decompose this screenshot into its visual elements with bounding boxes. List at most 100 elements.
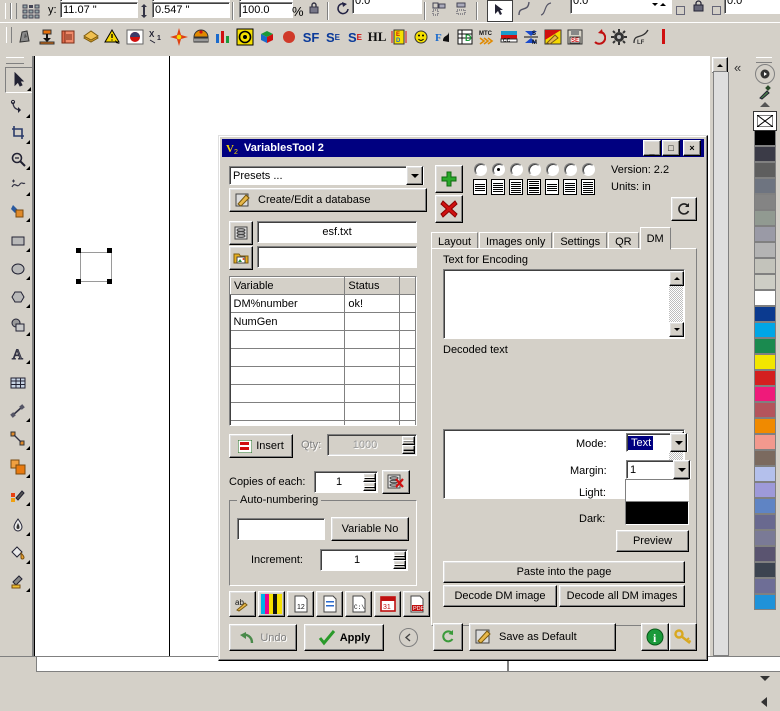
- tab-strip[interactable]: Layout Images only Settings QR DM: [431, 227, 672, 252]
- preview-button[interactable]: Preview: [616, 530, 689, 552]
- palette-swatch-26[interactable]: [754, 530, 776, 546]
- layout-option-7[interactable]: [581, 163, 595, 195]
- table-cell[interactable]: [230, 402, 346, 421]
- table-row[interactable]: [230, 348, 416, 367]
- palette-scroll-up-icon[interactable]: [760, 102, 770, 107]
- refresh-button[interactable]: [671, 197, 697, 221]
- add-variable-button[interactable]: [435, 165, 463, 193]
- palette-swatch-27[interactable]: [754, 546, 776, 562]
- database-file-button[interactable]: [229, 221, 253, 245]
- palette-swatch-28[interactable]: [754, 562, 776, 578]
- decode-dm-image-button[interactable]: Decode DM image: [443, 585, 557, 607]
- layout-option-6[interactable]: [563, 163, 577, 195]
- icon-toolbar-grip[interactable]: [6, 27, 12, 43]
- hl-icon[interactable]: HL: [366, 26, 388, 48]
- palette-swatch-14[interactable]: [754, 338, 776, 354]
- create-edit-database-button[interactable]: Create/Edit a database: [229, 188, 427, 212]
- shape-tool[interactable]: [5, 95, 31, 119]
- palette-swatch-19[interactable]: [754, 418, 776, 434]
- palette-swatch-7[interactable]: [754, 226, 776, 242]
- layout-option-4[interactable]: [527, 163, 541, 195]
- table-row[interactable]: [230, 420, 416, 425]
- more-icon[interactable]: [652, 26, 674, 48]
- presets-dropdown[interactable]: Presets ...: [229, 166, 424, 185]
- handle-bl[interactable]: [76, 279, 81, 284]
- table-row[interactable]: [230, 366, 416, 385]
- layout-option-5[interactable]: [545, 163, 559, 195]
- palette-scroll-down-icon[interactable]: [760, 676, 770, 681]
- layout-radio-1[interactable]: [473, 163, 487, 176]
- table-cell[interactable]: [230, 366, 346, 385]
- sf-mark-icon[interactable]: SE: [344, 26, 366, 48]
- palette-swatch-17[interactable]: [754, 386, 776, 402]
- table-cell[interactable]: [344, 420, 400, 425]
- encoding-scroll-up[interactable]: [669, 271, 684, 286]
- copies-spinner[interactable]: [363, 473, 376, 491]
- palette-swatch-15[interactable]: [754, 354, 776, 370]
- width-field[interactable]: [152, 0, 230, 2]
- table-cell[interactable]: DM%number: [230, 294, 346, 313]
- palette-grip[interactable]: [756, 57, 772, 63]
- chevron-down-icon[interactable]: [406, 166, 423, 185]
- sf-icon[interactable]: SF: [300, 26, 322, 48]
- palette-swatch-list[interactable]: [750, 111, 780, 610]
- import-icon[interactable]: [14, 26, 36, 48]
- scroll-up-button[interactable]: [712, 57, 728, 73]
- image-folder-field[interactable]: [257, 246, 417, 268]
- package-icon[interactable]: [80, 26, 102, 48]
- align-icon[interactable]: [431, 1, 447, 17]
- collapse-left-icon[interactable]: [399, 628, 418, 647]
- lock-ratio-icon[interactable]: [307, 1, 321, 15]
- barcode-icon[interactable]: [190, 26, 212, 48]
- rotate-field[interactable]: 0.0: [352, 0, 422, 14]
- connector-tool[interactable]: [5, 427, 31, 451]
- palette-swatch-9[interactable]: [754, 258, 776, 274]
- transform-icon[interactable]: X1: [146, 26, 168, 48]
- encoding-scroll-down[interactable]: [669, 322, 684, 337]
- light-color-swatch[interactable]: [625, 479, 689, 503]
- encoding-scrollbar[interactable]: [669, 271, 684, 337]
- palette-swatch-8[interactable]: [754, 242, 776, 258]
- table-cell[interactable]: [344, 366, 400, 385]
- table-cell[interactable]: [230, 330, 346, 349]
- palette-swatch-12[interactable]: [754, 306, 776, 322]
- interactive-fill-tool[interactable]: [5, 569, 31, 593]
- margin-dropdown[interactable]: 1: [626, 460, 691, 479]
- toolbar-grip-2[interactable]: [11, 3, 17, 19]
- gear-icon[interactable]: [608, 26, 630, 48]
- palette-expand-icon[interactable]: [758, 696, 772, 711]
- palette-swatch-20[interactable]: [754, 434, 776, 450]
- palette-swatch-25[interactable]: [754, 514, 776, 530]
- y-field[interactable]: 11.07 ": [60, 2, 138, 18]
- scrollbar-track[interactable]: [713, 72, 729, 656]
- table-cell[interactable]: [399, 366, 416, 385]
- sf-grid-icon[interactable]: SE: [322, 26, 344, 48]
- pdf-doc-icon[interactable]: PDF: [403, 591, 430, 617]
- copies-field[interactable]: 1: [314, 471, 378, 493]
- table-row[interactable]: DM%number ok!: [230, 294, 416, 313]
- palette-swatch-18[interactable]: [754, 402, 776, 418]
- table-cell[interactable]: [399, 384, 416, 403]
- clear-database-button[interactable]: [382, 470, 410, 494]
- chart-icon[interactable]: [212, 26, 234, 48]
- handle-tl[interactable]: [76, 248, 81, 253]
- layout-options[interactable]: [473, 163, 595, 195]
- cc-icon[interactable]: CC: [498, 26, 520, 48]
- canvas-vertical-scrollbar[interactable]: [712, 56, 729, 656]
- table-cell[interactable]: ok!: [344, 294, 400, 313]
- dialog-title-bar[interactable]: V2 VariablesTool 2 _ □ ×: [222, 139, 704, 157]
- lock-icon[interactable]: [692, 0, 706, 14]
- red-ball-icon[interactable]: [124, 26, 146, 48]
- distribute-icon[interactable]: [454, 1, 470, 17]
- table-d-icon[interactable]: D: [454, 26, 476, 48]
- table-cell[interactable]: [230, 420, 346, 425]
- text-for-encoding-textarea[interactable]: [443, 269, 685, 339]
- color-eyedropper-tool[interactable]: [5, 483, 31, 507]
- scale-field-2[interactable]: [239, 0, 293, 2]
- circle-icon[interactable]: [278, 26, 300, 48]
- height-field[interactable]: 0.547 ": [152, 2, 230, 18]
- save-as-default-button[interactable]: Save as Default: [469, 623, 616, 651]
- toolbox-grip[interactable]: [6, 57, 24, 64]
- ellipse-tool[interactable]: [5, 257, 31, 281]
- table-row[interactable]: [230, 330, 416, 349]
